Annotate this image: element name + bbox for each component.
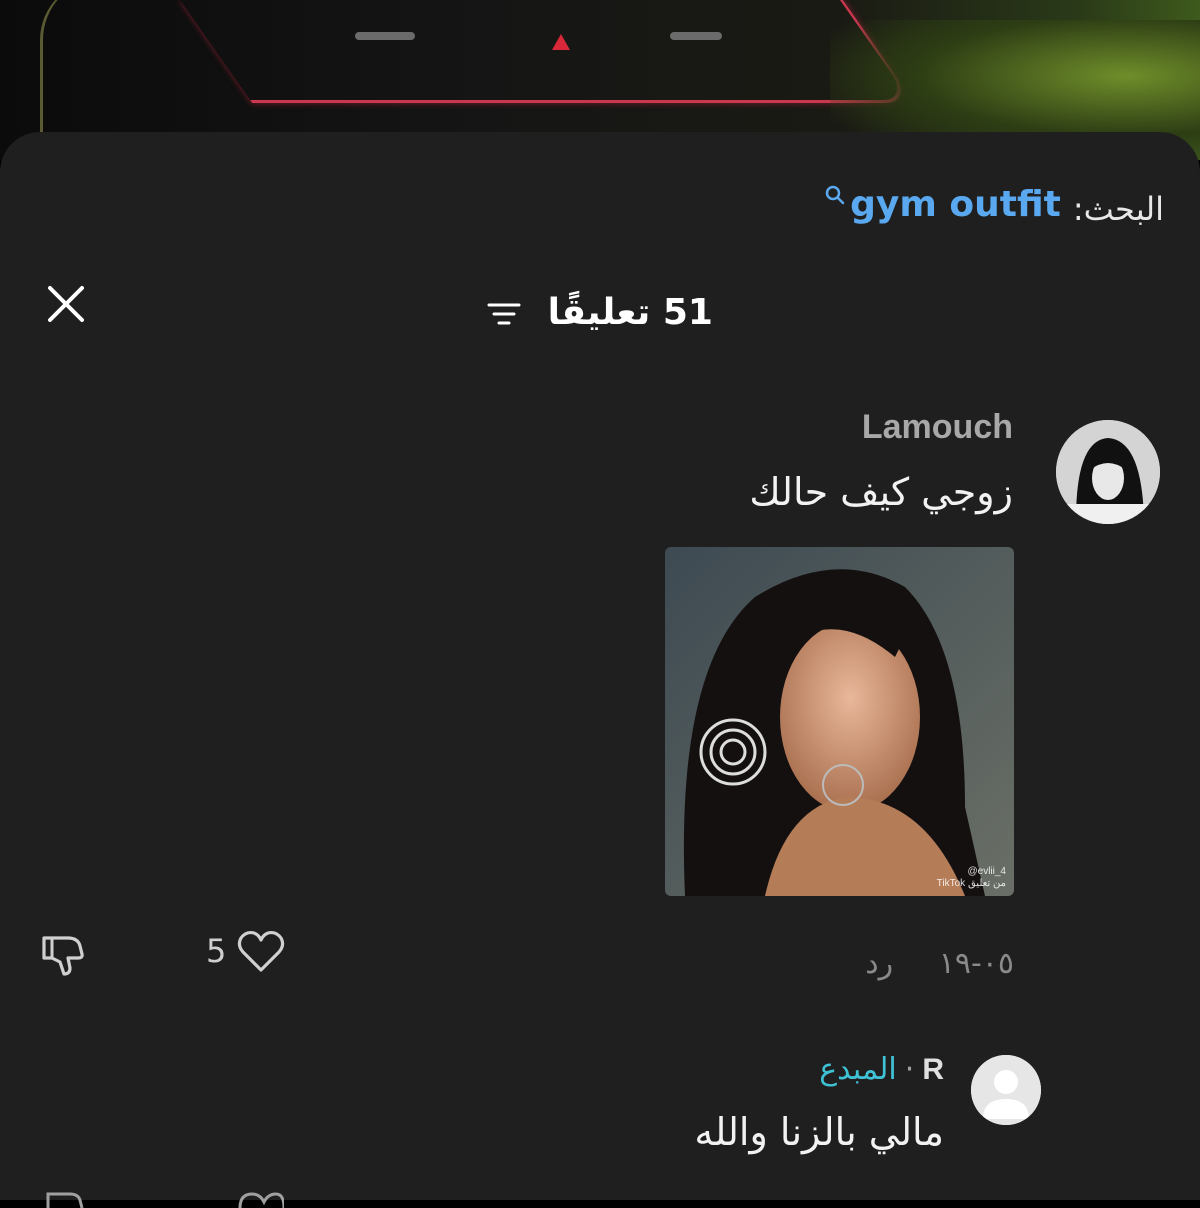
reply-action-icons xyxy=(46,1192,284,1208)
separator-dot: · xyxy=(904,1052,915,1087)
comment-meta: ٠٥-١٩ رد xyxy=(865,946,1014,981)
comment-photo-image xyxy=(665,547,1014,896)
dashboard-vent xyxy=(670,32,722,40)
comment-username[interactable]: Lamouch xyxy=(862,408,1013,447)
search-suggestion[interactable]: البحث: gym outfit xyxy=(824,184,1164,228)
comment-count: 51 تعليقًا xyxy=(0,292,1200,333)
default-avatar-icon xyxy=(971,1055,1041,1125)
dashboard-vent xyxy=(355,32,415,40)
avatar[interactable] xyxy=(1056,420,1160,524)
heart-icon[interactable] xyxy=(236,928,286,974)
watermark-source: TikTok من تعليق xyxy=(936,878,1006,889)
filter-icon[interactable] xyxy=(487,301,521,327)
photo-watermark: @evlii_4 TikTok من تعليق xyxy=(937,866,1006,890)
reply-button[interactable]: رد xyxy=(865,946,893,981)
like-count: 5 xyxy=(206,932,227,970)
avatar-image xyxy=(1056,420,1160,524)
reply-avatar[interactable] xyxy=(971,1055,1041,1125)
reply-username[interactable]: R xyxy=(922,1053,944,1087)
creator-badge: المبدع xyxy=(819,1052,897,1087)
search-prefix: البحث: xyxy=(1072,190,1164,228)
comment-count-label: 51 تعليقًا xyxy=(547,292,713,333)
search-query[interactable]: gym outfit xyxy=(850,184,1061,225)
comment-text: زوجي كيف حالك xyxy=(749,470,1013,514)
comment-date: ٠٥-١٩ xyxy=(938,946,1014,981)
reply-user-row: R · المبدع xyxy=(819,1052,944,1087)
comments-header: 51 تعليقًا xyxy=(0,286,1200,352)
search-icon xyxy=(825,185,845,205)
dislike-icon[interactable] xyxy=(38,928,88,978)
hazard-button-icon xyxy=(552,34,570,50)
reply-text: مالي بالزنا والله xyxy=(694,1110,944,1154)
dashboard-ambient-light xyxy=(180,0,916,103)
watermark-handle: @evlii_4 xyxy=(967,866,1006,877)
comments-sheet: البحث: gym outfit 51 تعليقًا Lamouch زوج… xyxy=(0,132,1200,1208)
close-icon[interactable] xyxy=(44,282,88,326)
comment-photo[interactable]: @evlii_4 TikTok من تعليق xyxy=(665,547,1014,896)
